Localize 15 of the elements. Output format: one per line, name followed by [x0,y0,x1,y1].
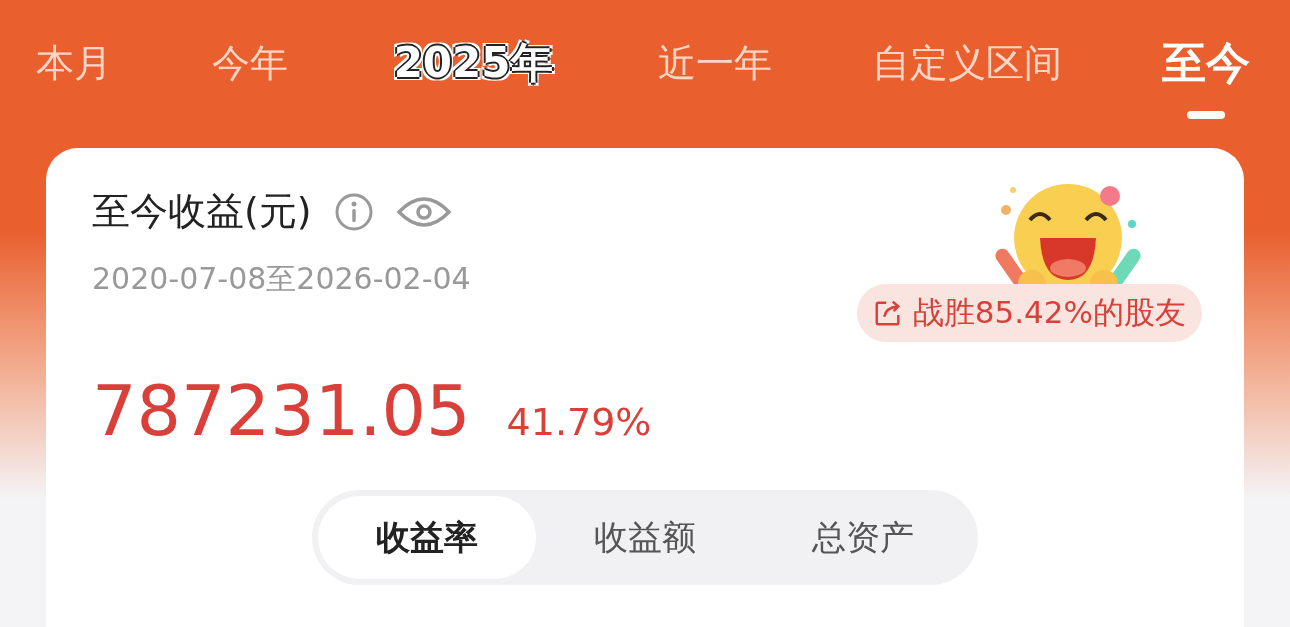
segment-tab[interactable]: 总资产 [754,496,972,579]
info-icon[interactable] [333,191,374,232]
period-tab[interactable]: 近一年 [658,37,773,101]
card-title: 至今收益(元) [92,188,312,235]
period-tab[interactable]: 今年 [211,37,288,101]
rank-badge[interactable]: 战胜85.42%的股友 [856,284,1202,342]
period-tab[interactable]: 2025年 [387,31,559,107]
profit-rate: 41.79% [506,400,652,444]
period-tab[interactable]: 自定义区间 [872,37,1063,101]
period-tab[interactable]: 本月 [36,37,112,101]
date-range: 2020-07-08至2026-02-04 [92,260,471,298]
segment-tab[interactable]: 收益率 [318,496,536,579]
segment-tab[interactable]: 收益额 [536,496,754,579]
period-tab[interactable]: 至今 [1161,19,1250,119]
profit-amount: 787231.05 [92,370,471,452]
